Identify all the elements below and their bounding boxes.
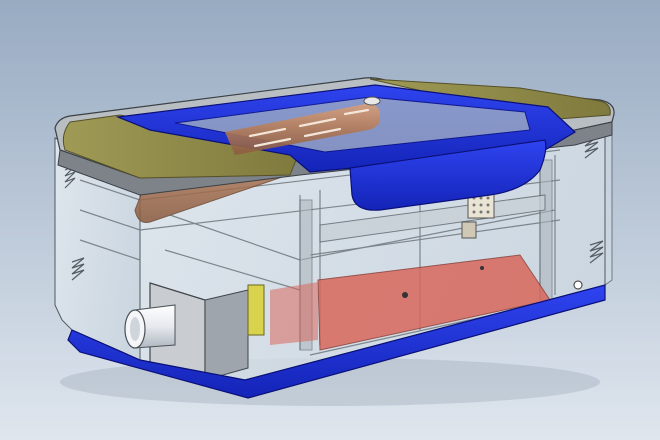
exhaust-nozzle [124,304,176,349]
right-port [573,280,583,290]
right-rail [539,159,553,301]
tube-end-cap [363,96,381,106]
cad-render-viewport [0,0,660,440]
bed-fastener-2 [480,266,484,270]
enclosure-render [0,0,660,440]
bed-fastener [402,292,408,298]
red-panel-side [270,282,318,345]
yellow-bracket [247,284,265,336]
